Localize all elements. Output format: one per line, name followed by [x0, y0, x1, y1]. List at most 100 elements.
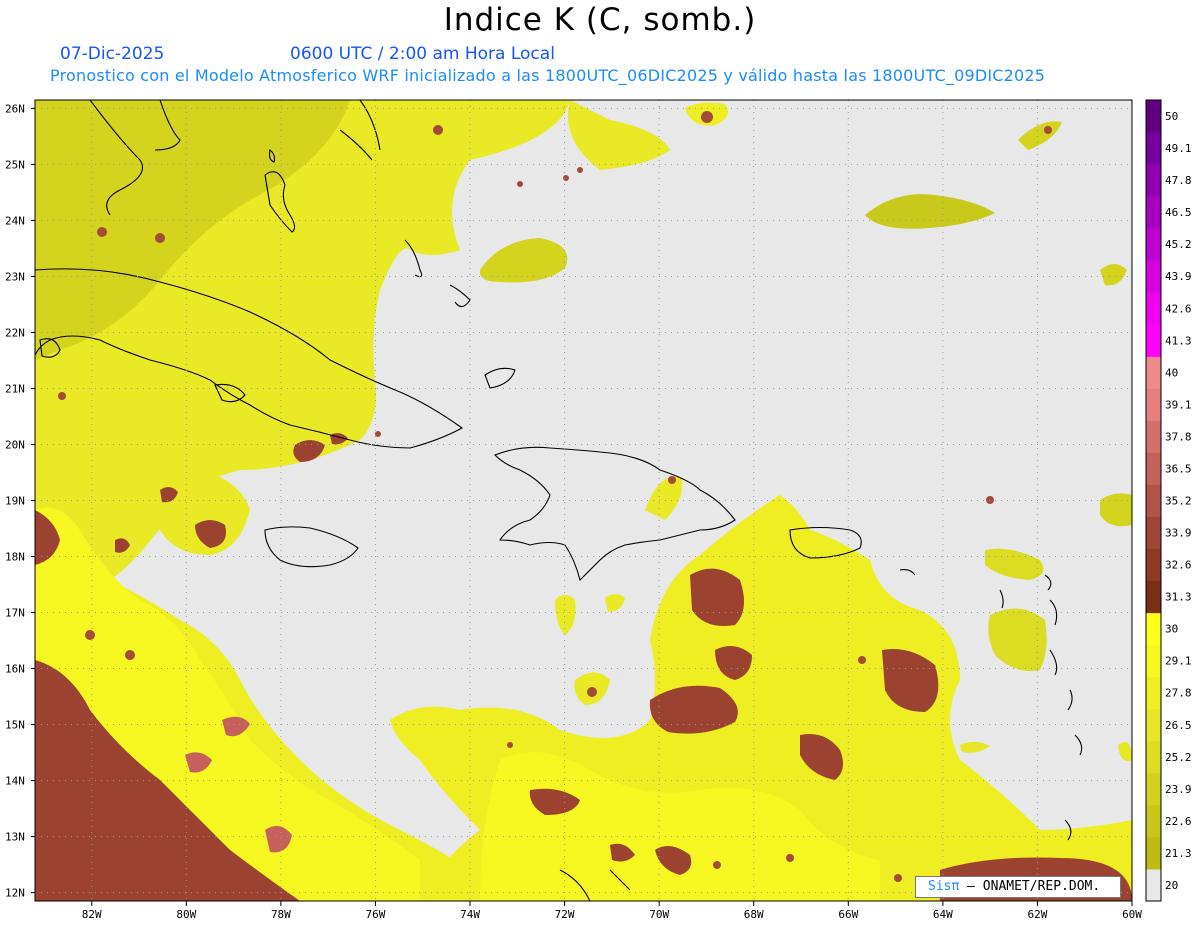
colorbar-label: 20: [1165, 879, 1178, 892]
k-area: [701, 111, 713, 123]
colorbar-label: 32.6: [1165, 559, 1192, 572]
colorbar-swatch: [1146, 452, 1161, 485]
k-area: [649, 685, 738, 734]
k-area: [713, 861, 721, 869]
colorbar-swatch: [1146, 292, 1161, 325]
colorbar-swatch: [1146, 644, 1161, 678]
colorbar-label: 46.5: [1165, 206, 1192, 219]
lat-label: 18N: [5, 551, 25, 564]
colorbar-swatch: [1146, 228, 1161, 261]
k-area: [587, 687, 597, 697]
lon-label: 64W: [933, 908, 953, 921]
lon-label: 82W: [82, 908, 102, 921]
colorbar-swatch: [1146, 740, 1161, 774]
colorbar-label: 40: [1165, 366, 1178, 379]
colorbar-swatch: [1146, 356, 1161, 389]
colorbar-swatch: [1146, 804, 1161, 838]
colorbar-swatch: [1146, 516, 1161, 550]
lat-label: 13N: [5, 831, 25, 844]
k-area: [858, 656, 866, 664]
colorbar-label: 41.3: [1165, 334, 1192, 347]
lon-label: 60W: [1122, 908, 1142, 921]
colorbar-label: 37.8: [1165, 430, 1192, 443]
lat-label: 20N: [5, 438, 25, 451]
k-area: [668, 476, 676, 484]
colorbar-swatch: [1146, 196, 1161, 229]
lat-label: 12N: [5, 887, 25, 900]
colorbar-swatch: [1146, 388, 1161, 421]
k-area: [97, 227, 107, 237]
lat-label: 21N: [5, 382, 25, 395]
lon-label: 80W: [176, 908, 196, 921]
colorbar-label: 26.5: [1165, 719, 1192, 732]
lat-label: 15N: [5, 719, 25, 732]
colorbar-swatch: [1146, 100, 1161, 133]
colorbar-label: 35.2: [1165, 495, 1192, 508]
k-area: [786, 854, 794, 862]
colorbar-swatch: [1146, 868, 1161, 902]
colorbar-label: 25.2: [1165, 751, 1192, 764]
credit-text: – ONAMET/REP.DOM.: [959, 879, 1101, 894]
lat-label: 22N: [5, 326, 25, 339]
colorbar-label: 42.6: [1165, 302, 1192, 315]
lon-label: 74W: [460, 908, 480, 921]
colorbar-swatch: [1146, 580, 1161, 614]
colorbar-swatch: [1146, 708, 1161, 742]
colorbar-label: 49.1: [1165, 142, 1192, 155]
lon-label: 62W: [1027, 908, 1047, 921]
colorbar: 20 21.3 22.6 23.9 25.2 26.5 27.8 29.1 30 31.3 32.6…: [1145, 99, 1192, 902]
colorbar-swatch: [1146, 420, 1161, 453]
k-area: [894, 874, 902, 882]
colorbar-label: 43.9: [1165, 270, 1192, 283]
colorbar-swatch: [1146, 132, 1161, 165]
colorbar-label: 22.6: [1165, 815, 1192, 828]
lon-label: 70W: [649, 908, 669, 921]
lon-label: 76W: [366, 908, 386, 921]
colorbar-label: 23.9: [1165, 783, 1192, 796]
k-area: [563, 175, 569, 181]
lon-label: 72W: [555, 908, 575, 921]
colorbar-label: 39.1: [1165, 398, 1192, 411]
colorbar-label: 36.5: [1165, 462, 1192, 475]
colorbar-swatch: [1146, 836, 1161, 870]
colorbar-swatch: [1146, 612, 1161, 646]
colorbar-label: 29.1: [1165, 655, 1192, 668]
colorbar-label: 45.2: [1165, 238, 1192, 251]
k-index-map: 82W 80W 78W 76W 74W 72W 70W 68W 66W 64W 62W 60W 12N 1…: [5, 99, 1192, 921]
lon-label: 78W: [271, 908, 291, 921]
colorbar-swatch: [1146, 324, 1161, 357]
colorbar-swatch: [1146, 260, 1161, 293]
lat-label: 26N: [5, 102, 25, 115]
k-area: [155, 233, 165, 243]
colorbar-swatch: [1146, 676, 1161, 710]
colorbar-swatch: [1146, 772, 1161, 806]
lat-label: 19N: [5, 495, 25, 508]
colorbar-swatch: [1146, 548, 1161, 582]
k-area: [58, 392, 66, 400]
k-area: [517, 181, 523, 187]
lat-label: 14N: [5, 775, 25, 788]
colorbar-label: 21.3: [1165, 847, 1192, 860]
sistema-brand: Sisπ: [928, 879, 960, 894]
colorbar-label: 27.8: [1165, 687, 1192, 700]
lat-label: 17N: [5, 607, 25, 620]
lat-label: 24N: [5, 214, 25, 227]
k-area: [1044, 126, 1052, 134]
k-area: [577, 167, 583, 173]
k-area: [125, 650, 135, 660]
colorbar-label: 33.9: [1165, 527, 1192, 540]
colorbar-swatch: [1146, 484, 1161, 518]
colorbar-label: 47.8: [1165, 174, 1192, 187]
k-area: [85, 630, 95, 640]
lat-label: 25N: [5, 158, 25, 171]
colorbar-label: 50: [1165, 110, 1178, 123]
colorbar-label: 30: [1165, 623, 1178, 636]
colorbar-swatch: [1146, 164, 1161, 197]
credit-box: Sisπ – ONAMET/REP.DOM.: [915, 876, 1121, 898]
k-area: [433, 125, 443, 135]
lat-label: 16N: [5, 663, 25, 676]
colorbar-label: 31.3: [1165, 591, 1192, 604]
lon-label: 66W: [838, 908, 858, 921]
k-area: [507, 742, 513, 748]
lon-label: 68W: [744, 908, 764, 921]
